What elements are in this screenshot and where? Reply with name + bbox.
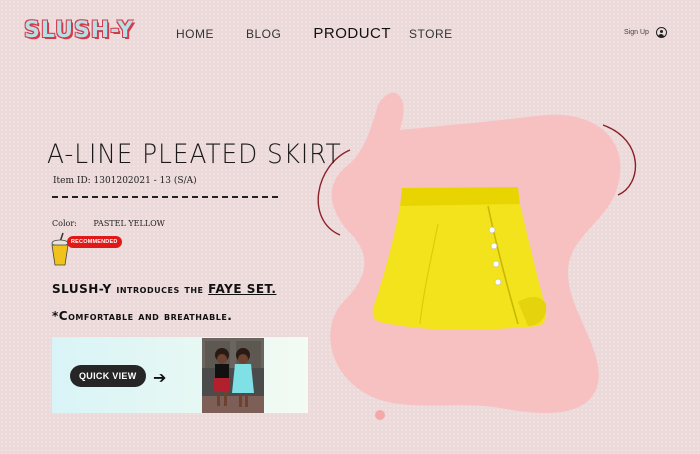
product-title: A-LINE PLEATED SKIRT	[47, 139, 342, 170]
color-label: Color:	[52, 219, 77, 228]
arrow-right-icon[interactable]: ➔	[153, 368, 166, 387]
nav-product[interactable]: PRODUCT	[313, 25, 391, 42]
tagline: *Comfortable and breathable.	[52, 309, 233, 323]
signup-link[interactable]: Sign Up	[624, 27, 667, 38]
promo-banner: QUICK VIEW ➔	[52, 337, 308, 413]
signup-label[interactable]: Sign Up	[624, 29, 649, 36]
quick-view-button[interactable]: QUICK VIEW	[70, 365, 146, 387]
divider	[52, 196, 278, 198]
item-id: Item ID: 1301202021 - 13 (S/A)	[53, 176, 197, 186]
decor-dot	[375, 410, 385, 420]
main-nav: HOME BLOG PRODUCT STORE	[176, 25, 485, 42]
skirt-image	[372, 187, 547, 330]
nav-blog[interactable]: BLOG	[246, 27, 281, 41]
user-icon[interactable]	[655, 27, 667, 38]
kids-photo[interactable]	[202, 338, 264, 413]
intro-text: SLUSH-Y introduces the FAYE SET.	[52, 282, 276, 296]
faye-set-link[interactable]: FAYE SET.	[208, 282, 276, 296]
color-value: PASTEL YELLOW	[93, 219, 165, 228]
recommended-badge: RECOMMENDED	[67, 236, 122, 248]
intro-prefix: SLUSH-Y introduces the	[52, 282, 209, 296]
nav-home[interactable]: HOME	[176, 27, 214, 41]
nav-store[interactable]: STORE	[409, 27, 453, 41]
color-row: Color: PASTEL YELLOW	[52, 219, 165, 228]
brand-logo[interactable]: SLUSH-Y	[24, 18, 134, 43]
